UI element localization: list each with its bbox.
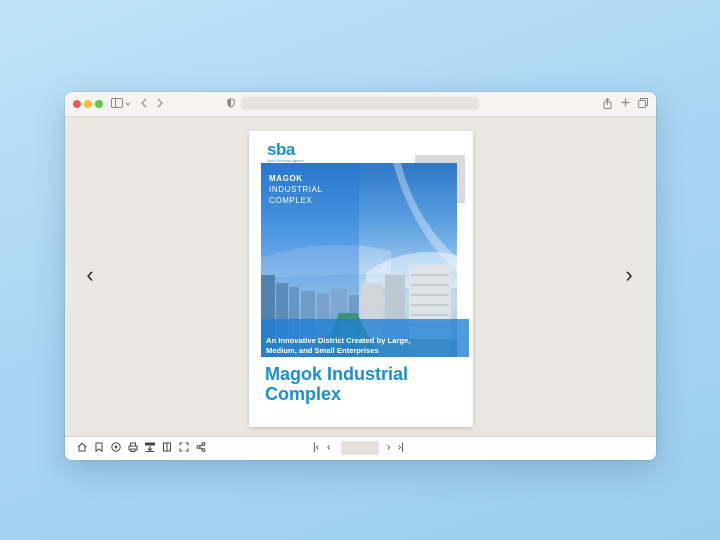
shield-icon[interactable]	[227, 98, 235, 111]
sidebar-icon[interactable]	[111, 98, 123, 111]
logo-wordmark: sba	[267, 140, 295, 159]
tagline-line1: An Innovative District Created by Large,	[266, 336, 411, 345]
flipbook-viewer: ‹ › sba Seoul Business Agency MAGOK INDU…	[65, 117, 656, 436]
cover-main-title: Magok Industrial Complex	[265, 364, 465, 404]
share-icon[interactable]	[603, 97, 612, 112]
small-title-line3: COMPLEX	[269, 196, 313, 205]
close-window-button[interactable]	[73, 100, 81, 108]
plus-icon[interactable]	[621, 98, 630, 110]
brochure-cover-page: sba Seoul Business Agency MAGOK INDUSTRI…	[249, 131, 473, 427]
address-bar[interactable]	[241, 97, 479, 110]
small-title-line2: INDUSTRIAL	[269, 185, 323, 194]
tabs-icon[interactable]	[638, 98, 648, 111]
viewer-toolbar: |‹ ‹ › ›|	[65, 436, 656, 460]
chevron-down-icon[interactable]	[125, 99, 131, 110]
pdf-download-icon[interactable]	[144, 442, 156, 456]
previous-page-arrow[interactable]: ‹	[80, 262, 100, 288]
share-icon[interactable]	[195, 442, 207, 456]
tagline-line2: Medium, and Small Enterprises	[266, 346, 379, 355]
next-page-button[interactable]: ›	[387, 442, 390, 454]
title-line1: Magok Industrial	[265, 364, 409, 384]
maximize-window-button[interactable]	[95, 100, 103, 108]
title-bar	[65, 92, 656, 117]
minimize-window-button[interactable]	[84, 100, 92, 108]
sba-logo: sba Seoul Business Agency	[267, 141, 304, 163]
home-icon[interactable]	[76, 442, 88, 456]
single-page-icon[interactable]	[161, 442, 173, 456]
page-number-input[interactable]	[341, 441, 379, 455]
cover-tagline: An Innovative District Created by Large,…	[266, 336, 456, 356]
next-page-arrow[interactable]: ›	[619, 262, 639, 288]
bookmark-icon[interactable]	[93, 442, 105, 456]
play-icon[interactable]	[110, 442, 122, 456]
cover-small-title: MAGOK INDUSTRIAL COMPLEX	[269, 173, 323, 206]
last-page-button[interactable]: ›|	[398, 442, 404, 454]
fullscreen-icon[interactable]	[178, 442, 190, 456]
forward-icon[interactable]	[156, 98, 164, 111]
browser-window: ‹ › sba Seoul Business Agency MAGOK INDU…	[65, 92, 656, 460]
print-icon[interactable]	[127, 442, 139, 456]
first-page-button[interactable]: |‹	[313, 442, 319, 454]
small-title-line1: MAGOK	[269, 174, 303, 183]
prev-page-button[interactable]: ‹	[327, 442, 330, 454]
back-icon[interactable]	[140, 98, 148, 111]
title-line2: Complex	[265, 384, 342, 404]
